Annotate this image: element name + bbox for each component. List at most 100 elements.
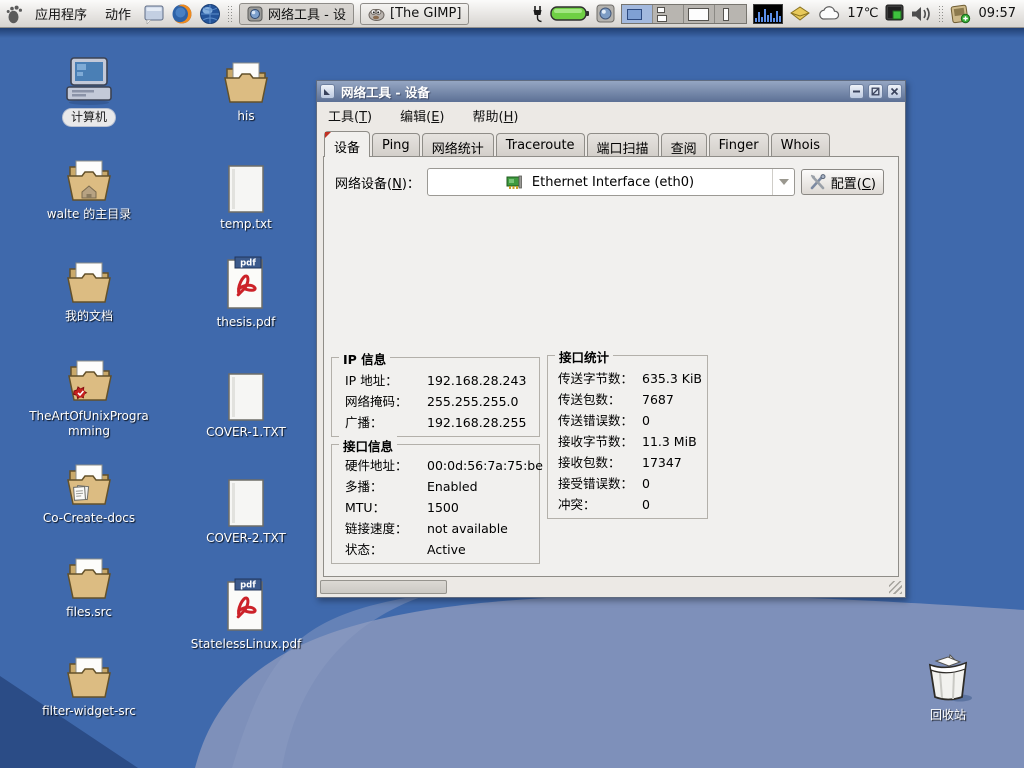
power-plug-icon[interactable] <box>531 5 544 23</box>
desktop-icon-label: COVER-2.TXT <box>206 531 286 546</box>
desktop-icon-label: 我的文档 <box>65 309 113 324</box>
desktop-icon-his[interactable]: his <box>192 60 300 124</box>
row-value: 7687 <box>642 389 674 410</box>
menu-help[interactable]: 帮助(H) <box>472 106 518 125</box>
row-label: 广播： <box>345 412 427 433</box>
pda-sync-icon[interactable] <box>950 4 971 24</box>
workspace-switcher[interactable] <box>621 4 747 24</box>
home-folder-icon <box>62 158 116 204</box>
pdf-file-icon: pdf <box>223 578 269 634</box>
desktop-icon-temp-txt[interactable]: temp.txt <box>192 164 300 232</box>
workspace-4[interactable] <box>715 5 746 23</box>
weather-temperature[interactable]: 17℃ <box>847 6 878 21</box>
window-list-handle[interactable] <box>227 5 233 23</box>
taskbar-button-gimp[interactable]: [The GIMP] <box>360 3 469 25</box>
desktop-icon-statelesslinux-pdf[interactable]: pdf StatelessLinux.pdf <box>184 578 308 652</box>
firefox-launcher-icon[interactable] <box>171 3 193 25</box>
weather-cloud-icon[interactable] <box>817 5 841 22</box>
workspace-2[interactable] <box>653 5 684 23</box>
taskbar-button-network-tools[interactable]: 网络工具 - 设 <box>239 3 354 25</box>
desktop-icon-label: his <box>237 109 254 124</box>
applications-menu[interactable]: 应用程序 <box>29 1 93 26</box>
row-label: 传送包数： <box>558 389 642 410</box>
desktop-icon-label: TheArtOfUnixProgramming <box>25 409 153 439</box>
desktop-icon-home-folder[interactable]: walte 的主目录 <box>30 158 148 222</box>
close-button[interactable] <box>887 84 902 99</box>
row-label: IP 地址： <box>345 370 427 391</box>
desktop-icon-trash[interactable]: 回收站 <box>900 653 996 723</box>
taskbar-button-label: 网络工具 - 设 <box>268 4 346 23</box>
computer-icon <box>62 56 116 106</box>
desktop-icon-label: 回收站 <box>930 708 966 723</box>
desktop-icon-cover1-txt[interactable]: COVER-1.TXT <box>192 372 300 440</box>
desktop-icon-label: files.src <box>66 605 112 620</box>
resize-grip[interactable] <box>889 581 902 594</box>
desktop-icon-my-documents[interactable]: 我的文档 <box>30 260 148 324</box>
workspace-3[interactable] <box>684 5 715 23</box>
mail-applet-icon[interactable] <box>789 5 811 22</box>
tab-lookup[interactable]: 查阅 <box>661 133 707 156</box>
clock-handle[interactable] <box>938 5 944 23</box>
battery-indicator[interactable] <box>550 5 590 22</box>
desktop-icon-cover2-txt[interactable]: COVER-2.TXT <box>192 478 300 546</box>
actions-menu[interactable]: 动作 <box>99 1 137 26</box>
terminal-launcher-icon[interactable] <box>143 3 165 25</box>
tray-applet-icon[interactable] <box>596 4 615 23</box>
window-statusbar <box>317 577 905 597</box>
row-value: 11.3 MiB <box>642 431 697 452</box>
window-titlebar[interactable]: 网络工具 - 设备 <box>317 81 905 102</box>
row-label: 传送错误数： <box>558 410 642 431</box>
wallpaper-top-shade <box>0 28 1024 38</box>
row-value: 00:0d:56:7a:75:be <box>427 455 543 476</box>
svg-text:pdf: pdf <box>240 581 256 591</box>
desktop-icon-computer[interactable]: 计算机 <box>30 56 148 126</box>
maximize-button[interactable] <box>868 84 883 99</box>
row-value: not available <box>427 518 508 539</box>
network-device-label: 网络设备(N)： <box>335 173 427 192</box>
row-label: 硬件地址： <box>345 455 427 476</box>
tab-ping[interactable]: Ping <box>372 133 420 156</box>
desktop-icon-files-src[interactable]: files.src <box>30 556 148 620</box>
configure-button[interactable]: 配置(C) <box>801 169 884 195</box>
row-value: Active <box>427 539 466 560</box>
desktop-icon-art-of-unix[interactable]: TheArtOfUnixProgramming <box>25 358 153 439</box>
taskbar-button-label: [The GIMP] <box>390 6 461 21</box>
text-file-icon <box>225 372 267 422</box>
window-menubar: 工具(T) 编辑(E) 帮助(H) <box>317 102 905 128</box>
interface-info-group: 接口信息 硬件地址：00:0d:56:7a:75:be 多播：Enabled M… <box>331 444 540 564</box>
desktop-icon-label: filter-widget-src <box>42 704 136 719</box>
panel-clock[interactable]: 09:57 <box>977 6 1018 21</box>
combo-dropdown-arrow[interactable] <box>772 169 794 195</box>
network-device-combobox[interactable]: Ethernet Interface (eth0) <box>427 168 795 196</box>
menu-tools[interactable]: 工具(T) <box>328 106 372 125</box>
minimize-button[interactable] <box>849 84 864 99</box>
tab-portscan[interactable]: 端口扫描 <box>587 133 659 156</box>
desktop-icon-thesis-pdf[interactable]: pdf thesis.pdf <box>192 256 300 330</box>
interface-statistics-group: 接口统计 传送字节数：635.3 KiB 传送包数：7687 传送错误数：0 接… <box>547 355 708 519</box>
tab-netstat[interactable]: 网络统计 <box>422 133 494 156</box>
workspace-1[interactable] <box>622 5 653 23</box>
window-menu-button[interactable] <box>320 84 335 99</box>
display-applet-icon[interactable] <box>885 4 904 23</box>
web-browser-launcher-icon[interactable] <box>199 3 221 25</box>
menu-edit[interactable]: 编辑(E) <box>400 106 444 125</box>
tab-finger[interactable]: Finger <box>709 133 769 156</box>
gnome-foot-icon[interactable] <box>5 4 23 24</box>
tab-traceroute[interactable]: Traceroute <box>496 133 585 156</box>
row-label: 多播： <box>345 476 427 497</box>
row-value: 0 <box>642 473 650 494</box>
folder-icon <box>62 556 116 602</box>
tab-whois[interactable]: Whois <box>771 133 830 156</box>
gimp-wilber-icon <box>368 6 385 21</box>
row-label: 冲突： <box>558 494 642 515</box>
folder-icon <box>62 260 116 306</box>
desktop-icon-filter-widget-src[interactable]: filter-widget-src <box>28 655 150 719</box>
window-title: 网络工具 - 设备 <box>339 82 845 101</box>
system-monitor-applet[interactable] <box>753 4 783 24</box>
tools-icon <box>809 174 828 191</box>
volume-speaker-icon[interactable] <box>910 5 932 23</box>
folder-docs-icon <box>62 462 116 508</box>
tab-devices[interactable]: 设备 <box>324 131 370 157</box>
desktop-icon-cocreate-docs[interactable]: Co-Create-docs <box>30 462 148 526</box>
desktop-icon-label: COVER-1.TXT <box>206 425 286 440</box>
